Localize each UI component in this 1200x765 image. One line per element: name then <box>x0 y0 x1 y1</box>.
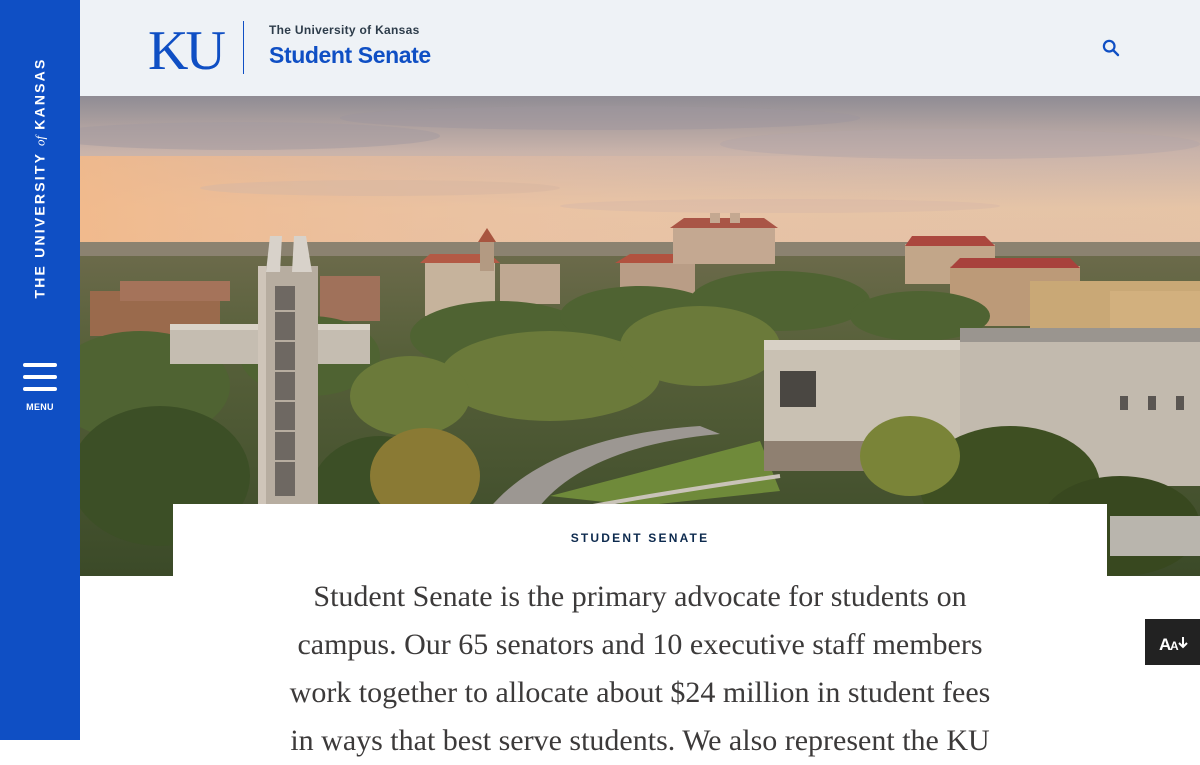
text-size-icon: A A <box>1159 635 1188 654</box>
header-divider <box>243 21 244 74</box>
section-eyebrow: STUDENT SENATE <box>570 531 710 545</box>
intro-line: Student Senate is the primary advocate f… <box>313 580 967 613</box>
intro-card: STUDENT SENATE Student Senate is the pri… <box>173 504 1107 757</box>
search-icon <box>1102 39 1120 57</box>
text-size-button[interactable]: A A <box>1145 619 1200 665</box>
site-title[interactable]: Student Senate <box>269 42 431 69</box>
ku-logo-text: KU <box>148 22 225 76</box>
wordmark-text-end: KANSAS <box>31 57 48 136</box>
university-wordmark[interactable]: THE UNIVERSITY of KANSAS <box>32 57 49 298</box>
menu-label: MENU <box>26 402 54 412</box>
side-rail: THE UNIVERSITY of KANSAS MENU <box>0 0 80 740</box>
menu-button[interactable]: MENU <box>18 362 62 418</box>
intro-line: work together to allocate about $24 mill… <box>289 676 991 709</box>
ku-logo[interactable]: KU <box>148 20 228 82</box>
intro-line: in ways that best serve students. We als… <box>290 724 990 757</box>
svg-text:A: A <box>1170 639 1179 653</box>
university-name[interactable]: The University of Kansas <box>269 23 420 37</box>
site-header: KU The University of Kansas Student Sena… <box>80 0 1200 96</box>
search-button[interactable] <box>1102 39 1120 57</box>
intro-line: campus. Our 65 senators and 10 executive… <box>297 628 983 661</box>
intro-paragraph: Student Senate is the primary advocate f… <box>173 573 1107 765</box>
hamburger-icon <box>23 363 57 391</box>
wordmark-text-start: THE UNIVERSITY <box>31 146 48 299</box>
wordmark-text-of: of <box>32 135 48 146</box>
